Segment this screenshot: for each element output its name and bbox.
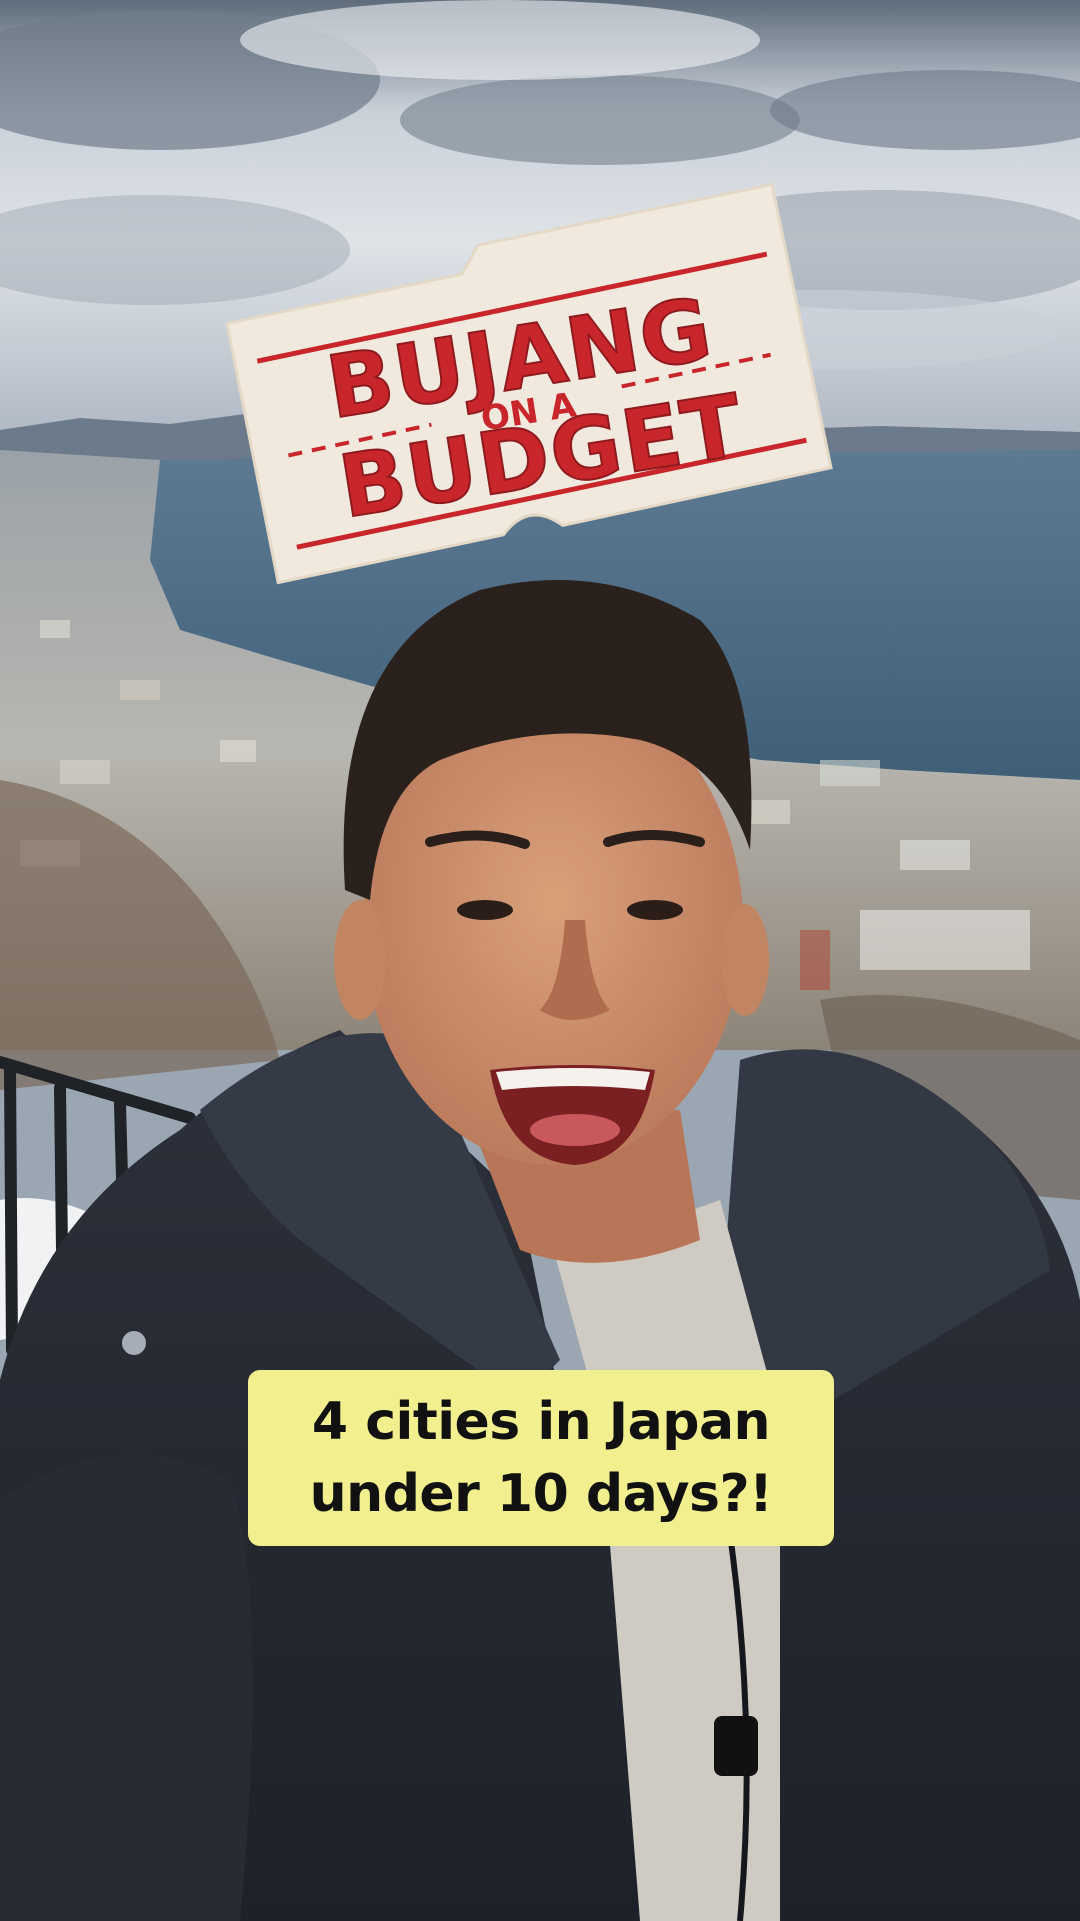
video-caption: 4 cities in Japan under 10 days?! [248, 1370, 834, 1546]
caption-line-2: under 10 days?! [309, 1464, 773, 1524]
video-frame: BUJANG ON A BUDGET 4 cities in Japan und… [0, 0, 1080, 1921]
bujang-on-a-budget-logo-icon: BUJANG ON A BUDGET [225, 182, 833, 585]
caption-line-1: 4 cities in Japan [311, 1392, 771, 1452]
